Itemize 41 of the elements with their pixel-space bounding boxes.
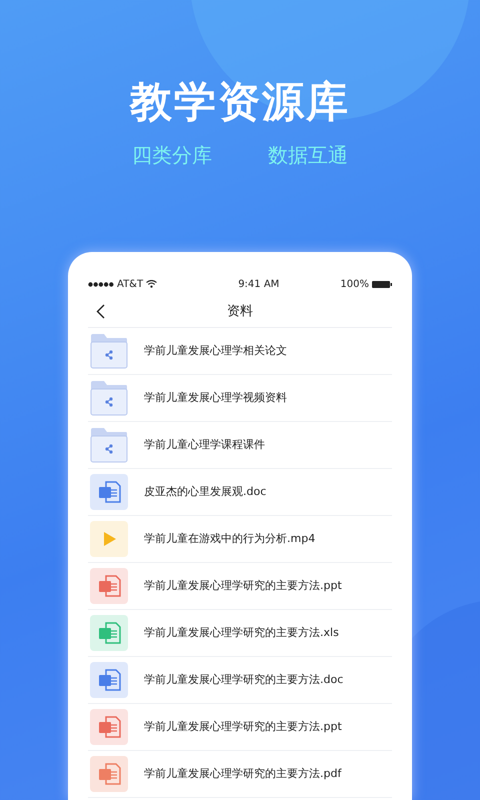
file-row[interactable]: 学前儿童在游戏中的行为分析.mp4 bbox=[88, 516, 392, 563]
file-row[interactable]: 学前儿童发展心理学研究的主要方法.ppt bbox=[88, 563, 392, 610]
wifi-icon bbox=[146, 280, 158, 288]
document-icon bbox=[90, 474, 128, 510]
file-row[interactable]: 学前儿童发展心理学研究的主要方法.doc bbox=[88, 657, 392, 704]
play-icon bbox=[90, 521, 128, 557]
document-icon bbox=[90, 756, 128, 792]
file-row[interactable]: 学前儿童发展心理学视频资料 bbox=[88, 375, 392, 422]
document-icon bbox=[90, 662, 128, 698]
file-row[interactable]: 学前儿童发展心理学研究的主要方法.ppt bbox=[88, 704, 392, 751]
carrier: AT&T bbox=[117, 278, 144, 292]
tagline: 数据互通 bbox=[268, 142, 348, 168]
file-name: 学前儿童发展心理学相关论文 bbox=[144, 342, 287, 359]
file-name: 学前儿童发展心理学研究的主要方法.pdf bbox=[144, 766, 342, 782]
file-row[interactable]: 学前儿童心理学课程课件 bbox=[88, 422, 392, 469]
file-name: 学前儿童发展心理学研究的主要方法.ppt bbox=[144, 718, 342, 735]
back-icon[interactable] bbox=[96, 304, 105, 319]
tagline: 四类分库 bbox=[132, 142, 212, 168]
nav-title: 资料 bbox=[227, 302, 253, 321]
clock: 9:41 AM bbox=[238, 278, 280, 292]
file-row[interactable]: 学前儿童发展心理学研究的主要方法.xls bbox=[88, 610, 392, 657]
document-icon bbox=[90, 709, 128, 745]
folder-icon bbox=[90, 426, 128, 464]
document-icon bbox=[90, 615, 128, 651]
document-icon bbox=[90, 568, 128, 604]
signal-icon bbox=[88, 282, 114, 286]
file-row[interactable]: 学前儿童发展心理学相关论文 bbox=[88, 328, 392, 375]
battery-icon bbox=[372, 280, 392, 288]
file-name: 皮亚杰的心里发展观.doc bbox=[144, 484, 266, 500]
file-name: 学前儿童发展心理学视频资料 bbox=[144, 390, 287, 406]
file-name: 学前儿童在游戏中的行为分析.mp4 bbox=[144, 530, 316, 547]
file-name: 学前儿童发展心理学研究的主要方法.doc bbox=[144, 672, 344, 688]
file-name: 学前儿童心理学课程课件 bbox=[144, 436, 265, 453]
battery-percent: 100% bbox=[340, 278, 369, 292]
folder-icon bbox=[90, 379, 128, 417]
file-name: 学前儿童发展心理学研究的主要方法.xls bbox=[144, 624, 339, 641]
file-name: 学前儿童发展心理学研究的主要方法.ppt bbox=[144, 578, 342, 594]
headline: 教学资源库 bbox=[130, 76, 350, 128]
file-row[interactable]: 学前儿童发展心理学研究的主要方法.pdf bbox=[88, 751, 392, 798]
folder-icon bbox=[90, 332, 128, 370]
file-row[interactable]: 皮亚杰的心里发展观.doc bbox=[88, 469, 392, 516]
